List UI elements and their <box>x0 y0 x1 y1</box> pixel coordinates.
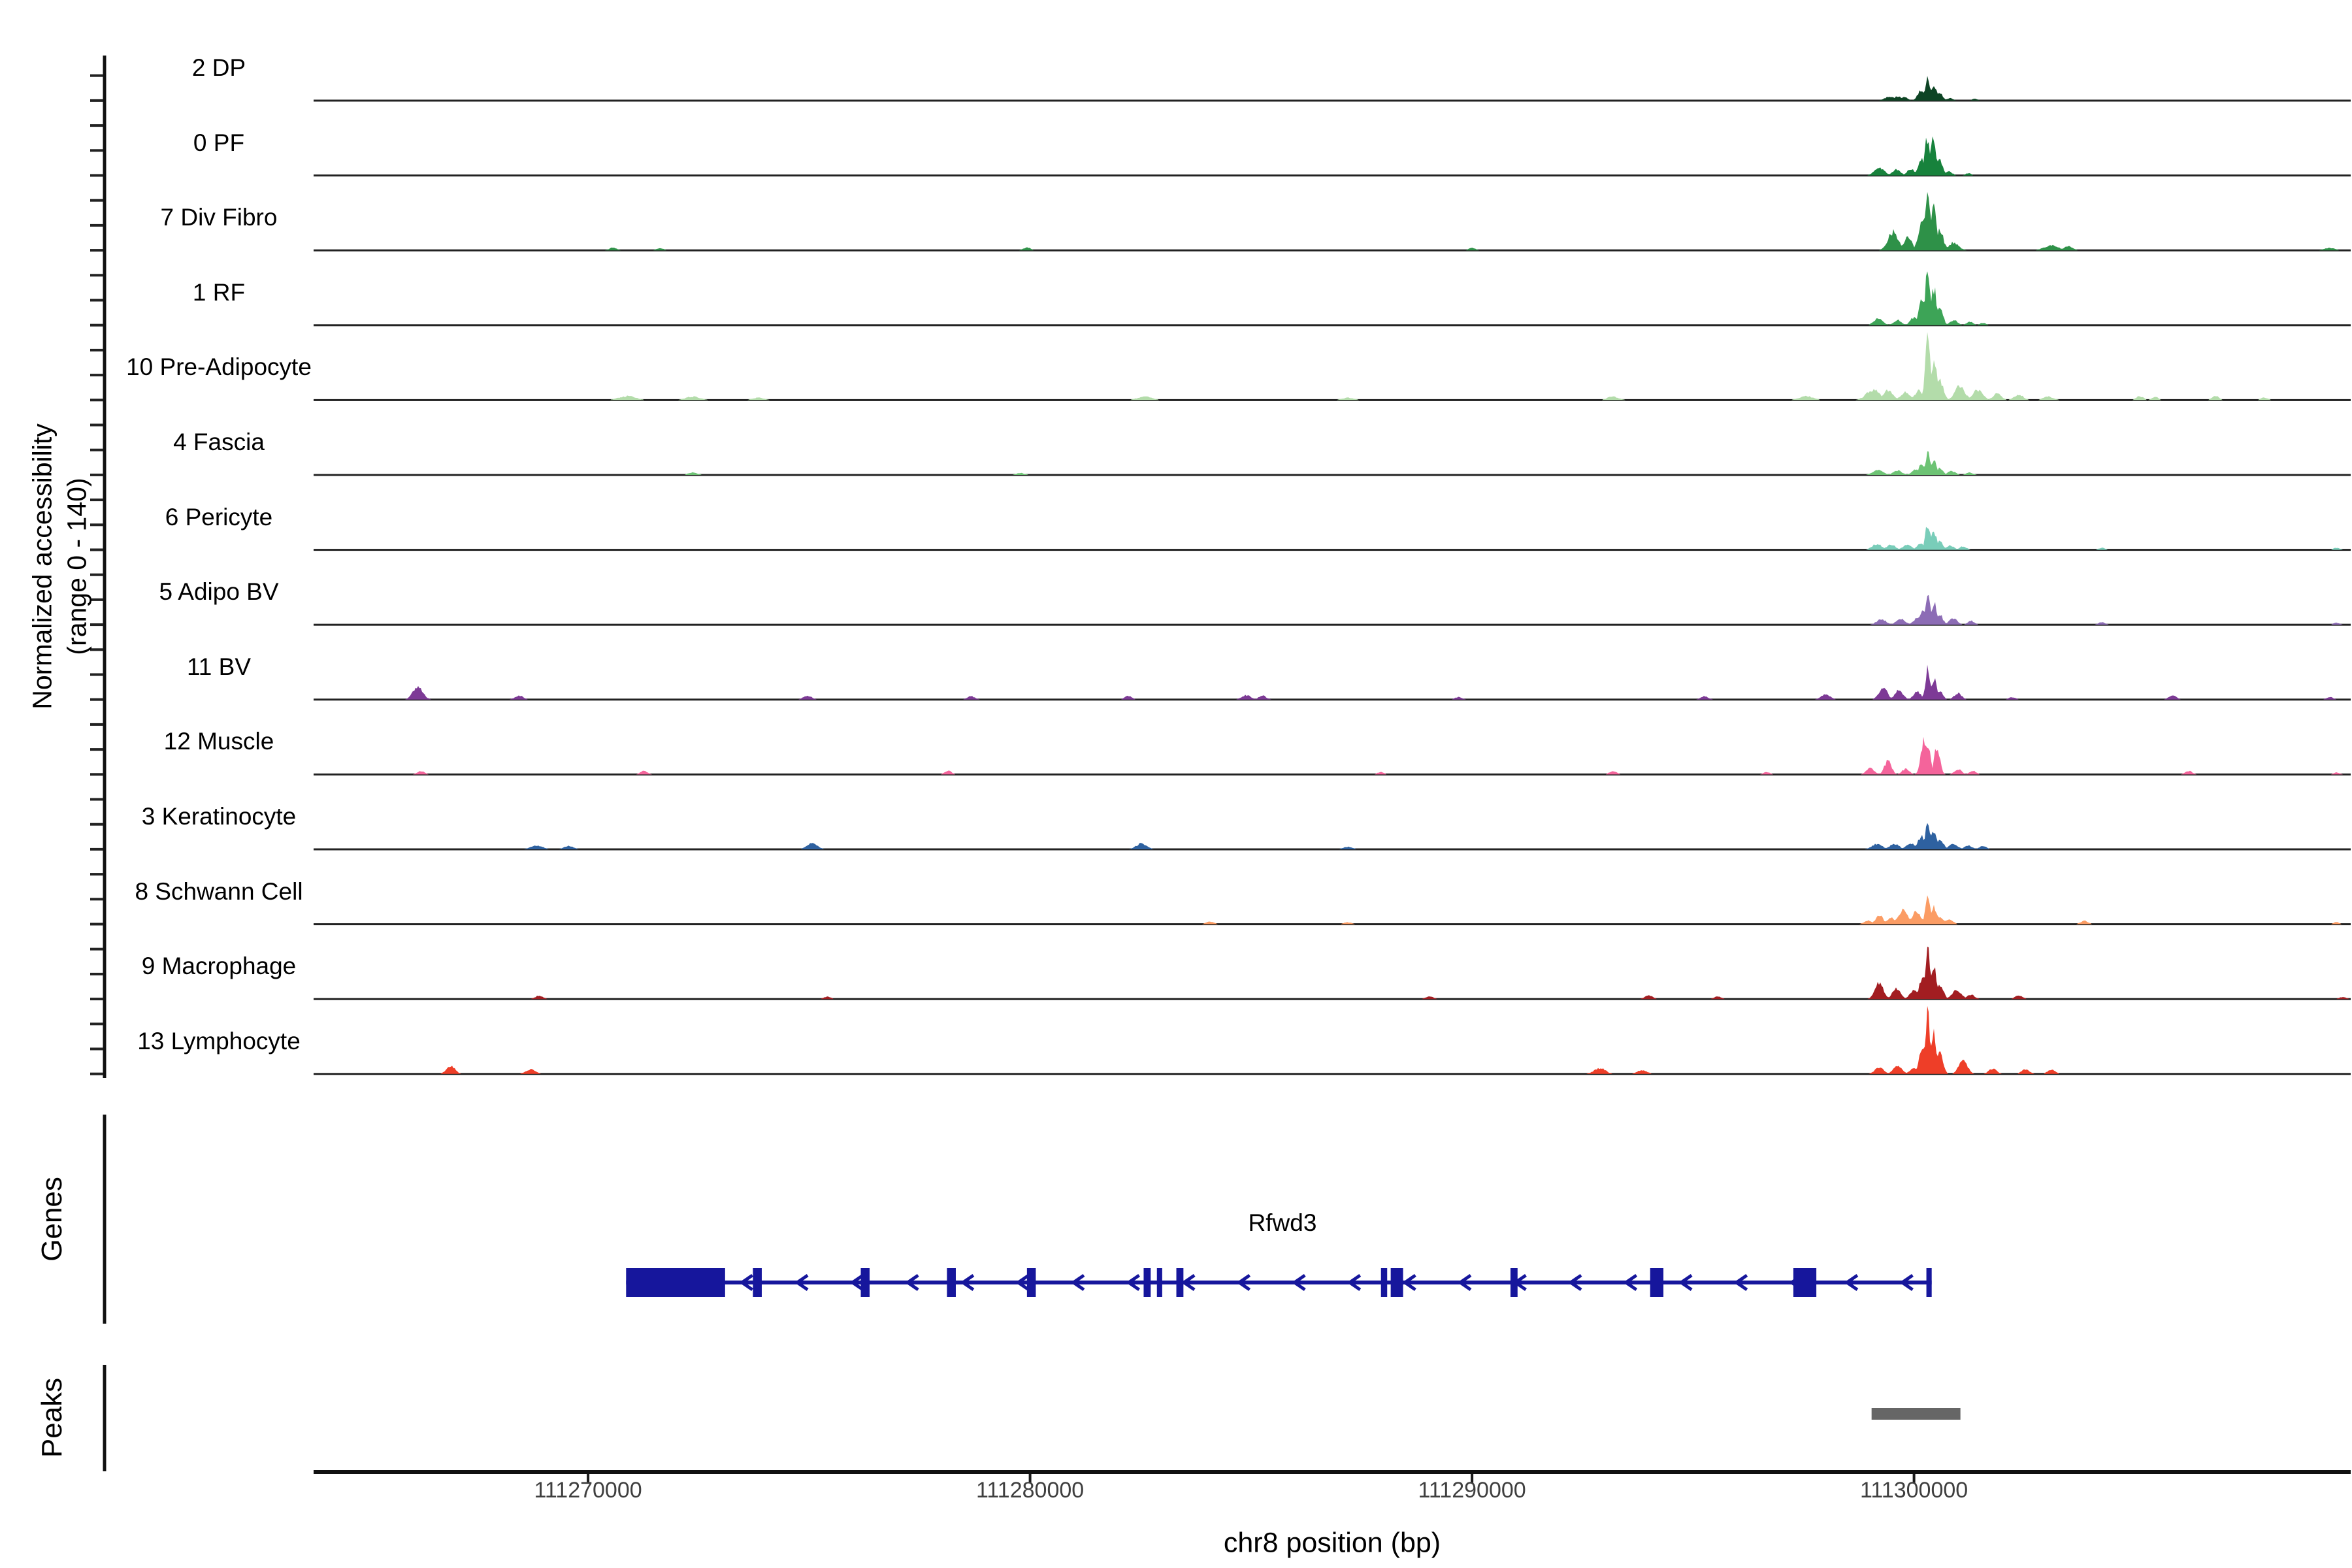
gene-exon <box>1143 1268 1151 1297</box>
track-signal <box>314 76 2351 101</box>
track-signal <box>314 1006 2351 1074</box>
track-baseline <box>314 698 2351 700</box>
x-axis-title: chr8 position (bp) <box>1224 1527 1441 1560</box>
peak-region-bar <box>1872 1408 1961 1420</box>
peaks-section-bracket <box>103 1365 106 1471</box>
track-label-9-macrophage: 9 Macrophage <box>75 952 363 981</box>
peaks-section-label: Peaks <box>36 1378 69 1458</box>
track-baseline <box>314 923 2351 925</box>
gene-exon <box>1793 1268 1816 1297</box>
y-axis-tick <box>90 349 103 351</box>
track-label-8-schwann-cell: 8 Schwann Cell <box>75 877 363 906</box>
gene-exon <box>861 1268 870 1297</box>
track-signal <box>314 271 2351 325</box>
y-axis-tick <box>90 923 103 926</box>
track-label-2-dp: 2 DP <box>75 54 363 82</box>
track-signal <box>314 665 2351 700</box>
track-baseline <box>314 849 2351 851</box>
track-baseline <box>314 174 2351 176</box>
gene-exon <box>1927 1268 1932 1297</box>
track-baseline <box>314 474 2351 476</box>
track-label-0-pf: 0 PF <box>75 129 363 157</box>
y-axis-tick <box>90 723 103 726</box>
y-axis-tick <box>90 798 103 801</box>
gene-exon <box>1157 1268 1162 1297</box>
gene-name-label: Rfwd3 <box>1249 1209 1317 1237</box>
track-label-3-keratinocyte: 3 Keratinocyte <box>75 802 363 831</box>
genes-section-label: Genes <box>36 1177 69 1262</box>
tracks-plot-canvas <box>0 0 2352 1568</box>
track-label-11-bv: 11 BV <box>75 653 363 681</box>
y-axis-tick <box>90 873 103 875</box>
y-axis-tick <box>90 174 103 177</box>
genome-browser-figure: Normalized accessibility (range 0 - 140)… <box>0 0 2352 1568</box>
x-axis-line <box>314 1470 2351 1474</box>
track-label-12-muscle: 12 Muscle <box>75 727 363 756</box>
y-axis-tick <box>90 324 103 327</box>
x-axis-tick-label: 111290000 <box>1418 1478 1526 1503</box>
gene-exon <box>947 1268 956 1297</box>
track-baseline <box>314 100 2351 102</box>
y-axis-tick <box>90 124 103 127</box>
x-axis-tick-label: 111280000 <box>976 1478 1084 1503</box>
y-axis-title-line1: Normalized accessibility <box>25 423 60 709</box>
gene-exon <box>1650 1268 1663 1297</box>
track-signal <box>314 823 2351 849</box>
gene-exon <box>753 1268 762 1297</box>
y-axis-tick <box>90 399 103 401</box>
genes-section-bracket <box>103 1115 106 1324</box>
track-signal <box>314 332 2351 400</box>
gene-exon <box>1381 1268 1387 1297</box>
track-label-13-lymphocyte: 13 Lymphocyte <box>75 1027 363 1056</box>
track-label-7-div-fibro: 7 Div Fibro <box>75 203 363 232</box>
track-label-5-adipo-bv: 5 Adipo BV <box>75 578 363 606</box>
track-baseline <box>314 549 2351 551</box>
gene-exon <box>1391 1268 1403 1297</box>
track-signal <box>314 137 2351 176</box>
y-axis-tick <box>90 773 103 776</box>
gene-exon <box>1027 1268 1036 1297</box>
y-axis-tick <box>90 249 103 252</box>
track-signal <box>314 947 2351 999</box>
y-axis-tick <box>90 948 103 951</box>
x-axis-tick-label: 111270000 <box>534 1478 642 1503</box>
track-label-4-fascia: 4 Fascia <box>75 428 363 457</box>
y-axis-tick <box>90 1022 103 1025</box>
track-signal <box>314 527 2351 550</box>
track-label-6-pericyte: 6 Pericyte <box>75 503 363 532</box>
y-axis-tick <box>90 1073 103 1075</box>
track-signal <box>314 895 2351 924</box>
y-axis-tick <box>90 199 103 202</box>
y-axis-tick <box>90 99 103 102</box>
track-label-10-pre-adipocyte: 10 Pre-Adipocyte <box>75 353 363 382</box>
track-signal <box>314 595 2351 625</box>
y-axis-tick <box>90 274 103 276</box>
track-baseline <box>314 324 2351 326</box>
track-baseline <box>314 774 2351 776</box>
track-signal <box>314 192 2351 250</box>
track-signal <box>314 451 2351 475</box>
y-axis-tick <box>90 848 103 851</box>
track-signal <box>314 737 2351 775</box>
gene-exon <box>626 1268 725 1297</box>
track-baseline <box>314 998 2351 1000</box>
x-axis-tick-label: 111300000 <box>1860 1478 1968 1503</box>
track-label-1-rf: 1 RF <box>75 278 363 307</box>
y-axis-tick <box>90 998 103 1000</box>
track-baseline <box>314 624 2351 626</box>
